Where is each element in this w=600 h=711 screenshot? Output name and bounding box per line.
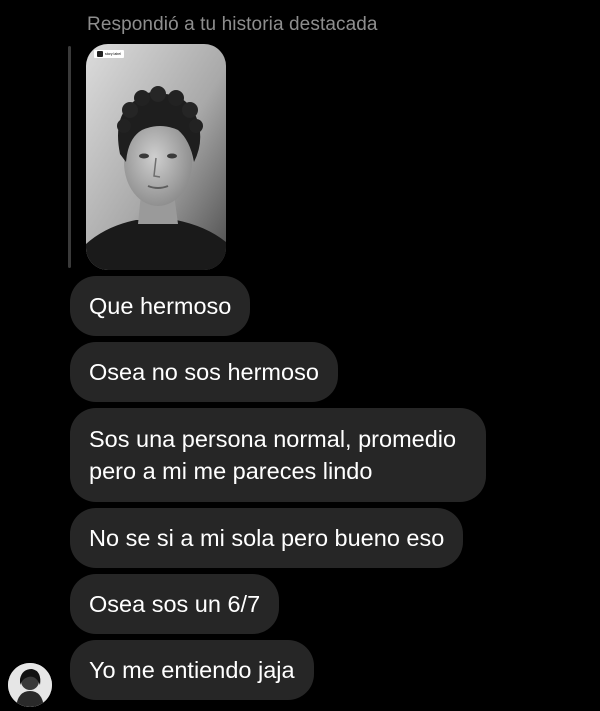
story-thumbnail[interactable]: story label [86, 44, 226, 270]
story-label-icon [97, 51, 103, 57]
quote-bar [68, 46, 71, 268]
story-label: story label [94, 50, 124, 58]
message-list: Que hermoso Osea no sos hermoso Sos una … [70, 276, 487, 700]
message-bubble[interactable]: Que hermoso [70, 276, 251, 336]
message-bubble[interactable]: Osea no sos hermoso [70, 342, 338, 402]
message-bubble[interactable]: Osea sos un 6/7 [70, 574, 280, 634]
profile-avatar-icon [8, 663, 52, 707]
message-bubble[interactable]: Yo me entiendo jaja [70, 640, 314, 700]
chat-screen: Respondió a tu historia destacada story … [0, 0, 600, 711]
message-bubble[interactable]: Sos una persona normal, promedio pero a … [70, 408, 487, 502]
message-bubble[interactable]: No se si a mi sola pero bueno eso [70, 508, 464, 568]
sender-avatar[interactable] [8, 663, 52, 707]
story-photo-image [86, 44, 226, 270]
story-reply-header: Respondió a tu historia destacada [87, 14, 378, 35]
story-label-text: story label [105, 52, 121, 56]
